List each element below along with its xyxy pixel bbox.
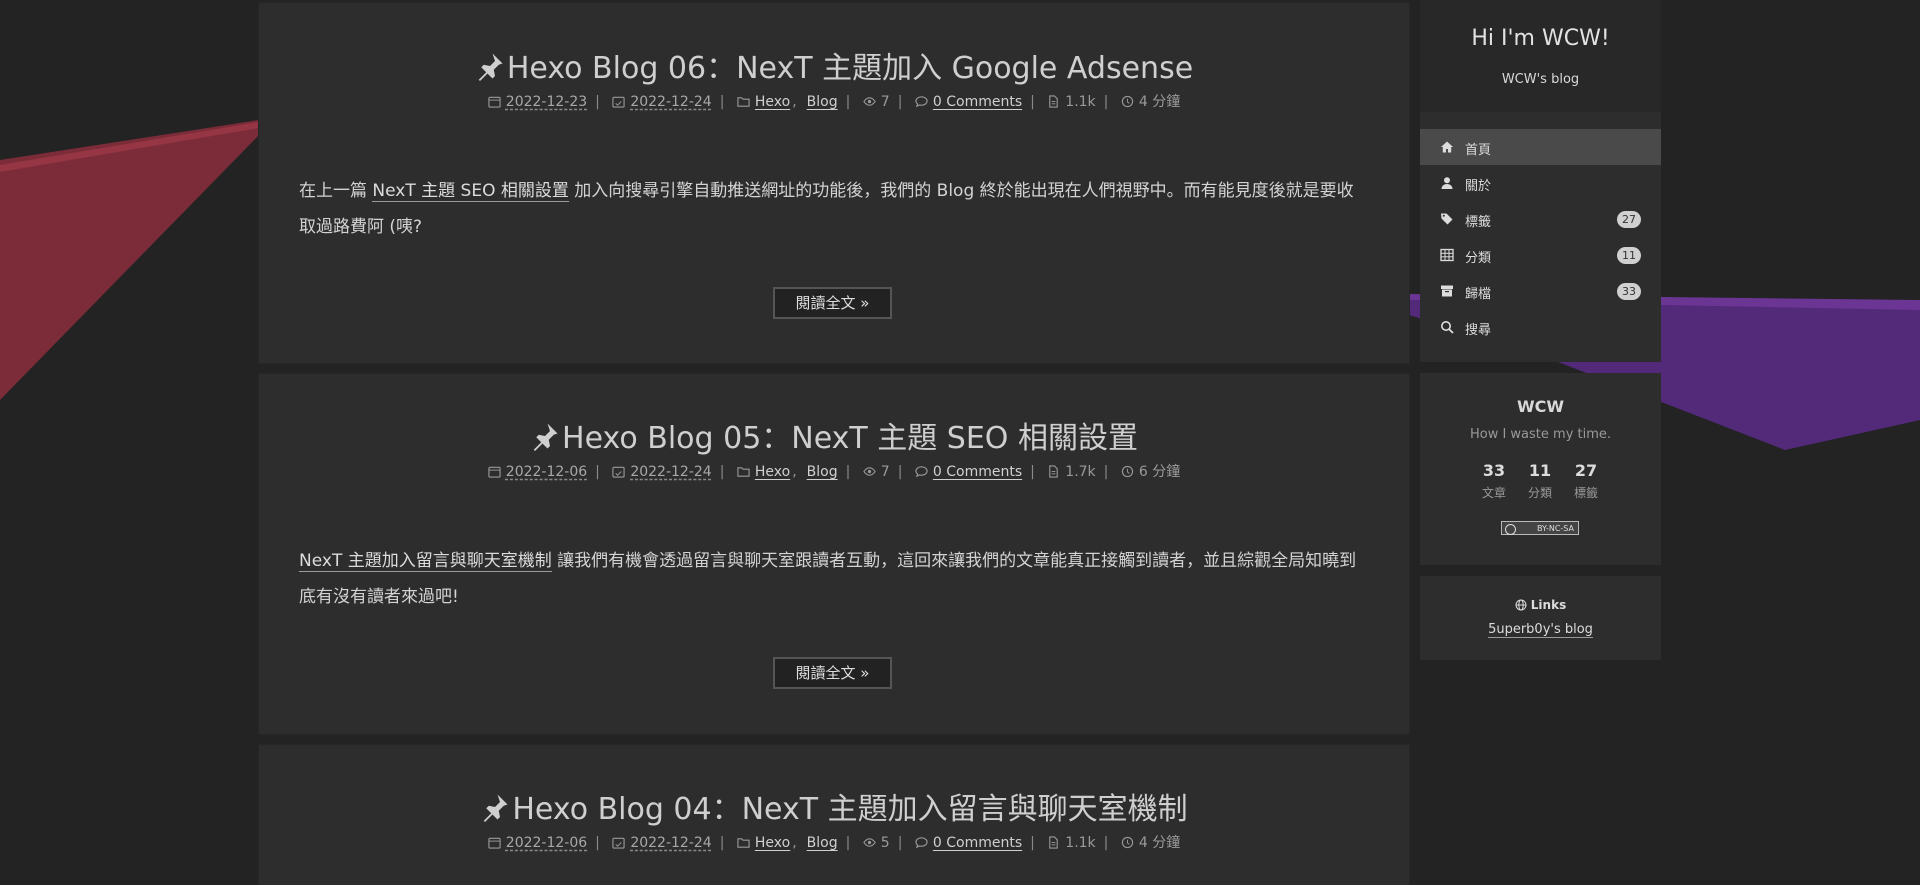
site-brand: Hi I'm WCW! WCW's blog xyxy=(1420,0,1661,112)
pin-icon xyxy=(533,423,558,451)
post-title[interactable]: Hexo Blog 06：NexT 主題加入 Google Adsense xyxy=(259,43,1409,87)
eye-icon xyxy=(863,97,876,106)
category-link[interactable]: Hexo xyxy=(755,94,790,110)
calendar-icon xyxy=(488,837,501,849)
author-description: How I waste my time. xyxy=(1469,427,1612,442)
view-count: 7 xyxy=(880,94,890,110)
home-icon xyxy=(1441,141,1453,153)
category-link[interactable]: Blog xyxy=(807,464,838,480)
post-meta: 2022-12-06 | 2022-12-24 | Hexo, Blog | 7 | 0 … xyxy=(259,461,1409,481)
view-count: 7 xyxy=(880,464,890,480)
post-published-date: 2022-12-23 xyxy=(505,94,588,110)
links-panel: Links 5uperb0y's blog xyxy=(1420,576,1661,660)
file-word-icon xyxy=(1049,465,1059,478)
menu-item-search[interactable]: 搜尋 xyxy=(1420,309,1661,345)
categories-count-badge: 11 xyxy=(1617,247,1641,264)
eye-icon xyxy=(863,838,876,847)
menu-item-about[interactable]: 關於 xyxy=(1420,165,1661,201)
creative-commons-icon xyxy=(1505,524,1516,535)
post-updated-date: 2022-12-24 xyxy=(630,464,712,480)
calendar-icon xyxy=(488,96,501,108)
menu-item-home[interactable]: 首頁 xyxy=(1420,129,1661,165)
post-published-date: 2022-12-06 xyxy=(505,464,588,480)
read-more-button[interactable]: 閱讀全文 » xyxy=(773,657,892,689)
stat-tags[interactable]: 27 標籤 xyxy=(1566,461,1606,501)
word-count: 1.1k xyxy=(1065,835,1096,851)
post-card: Hexo Blog 06：NexT 主題加入 Google Adsense 20… xyxy=(259,3,1409,363)
comment-icon xyxy=(915,837,928,849)
author-panel: WCW How I waste my time. 33 文章 11 分類 27 … xyxy=(1420,373,1661,565)
category-link[interactable]: Hexo xyxy=(755,464,790,480)
author-name: WCW xyxy=(1516,397,1565,416)
comments-link[interactable]: 0 Comments xyxy=(933,94,1022,110)
excerpt-link[interactable]: NexT 主題 SEO 相關設置 xyxy=(372,181,569,202)
globe-icon xyxy=(1515,599,1527,611)
post-title[interactable]: Hexo Blog 05：NexT 主題 SEO 相關設置 xyxy=(259,413,1409,457)
post-card: Hexo Blog 05：NexT 主題 SEO 相關設置 2022-12-06… xyxy=(259,374,1409,734)
tags-count-badge: 27 xyxy=(1617,211,1641,228)
post-published-date: 2022-12-06 xyxy=(505,835,588,851)
post-excerpt: NexT 主題加入留言與聊天室機制 讓我們有機會透過留言與聊天室跟讀者互動，這回… xyxy=(299,551,1357,607)
menu-item-tags[interactable]: 標籤 27 xyxy=(1420,201,1661,237)
post-meta: 2022-12-23 | 2022-12-24 | Hexo, Blog | 7 | 0 … xyxy=(259,91,1409,111)
calendar-check-icon xyxy=(612,837,625,849)
excerpt-link[interactable]: NexT 主題加入留言與聊天室機制 xyxy=(299,551,552,572)
pin-icon xyxy=(478,53,503,81)
site-subtitle: WCW's blog xyxy=(1501,72,1580,87)
post-title[interactable]: Hexo Blog 04：NexT 主題加入留言與聊天室機制 xyxy=(259,784,1409,828)
post-updated-date: 2022-12-24 xyxy=(630,94,712,110)
search-icon xyxy=(1441,321,1454,334)
grid-icon xyxy=(1440,248,1454,262)
pin-icon xyxy=(484,794,508,822)
read-more-button[interactable]: 閱讀全文 » xyxy=(773,287,892,319)
word-count: 1.7k xyxy=(1065,464,1096,480)
folder-icon xyxy=(737,467,750,477)
menu-item-categories[interactable]: 分類 11 xyxy=(1420,237,1661,273)
main-menu: 首頁 關於 標籤 27 分類 11 歸檔 33 搜尋 xyxy=(1420,112,1661,362)
clock-icon xyxy=(1121,836,1134,849)
calendar-check-icon xyxy=(612,96,625,108)
read-time: 4 分鐘 xyxy=(1138,94,1181,110)
read-time: 4 分鐘 xyxy=(1138,835,1181,851)
links-title: Links xyxy=(1420,598,1661,612)
category-link[interactable]: Blog xyxy=(807,94,838,110)
stat-categories[interactable]: 11 分類 xyxy=(1520,461,1560,501)
tags-icon xyxy=(1441,213,1453,225)
eye-icon xyxy=(863,467,876,476)
post-updated-date: 2022-12-24 xyxy=(630,835,712,851)
friend-link[interactable]: 5uperb0y's blog xyxy=(1420,622,1661,638)
file-word-icon xyxy=(1049,836,1059,849)
archives-count-badge: 33 xyxy=(1617,283,1641,300)
user-icon xyxy=(1441,177,1453,189)
file-word-icon xyxy=(1049,95,1059,108)
folder-icon xyxy=(737,97,750,107)
archive-icon xyxy=(1441,285,1453,297)
folder-icon xyxy=(737,838,750,848)
comment-icon xyxy=(915,96,928,108)
clock-icon xyxy=(1121,95,1134,108)
post-excerpt: 在上一篇 NexT 主題 SEO 相關設置 加入向搜尋引擎自動推送網址的功能後，… xyxy=(299,181,1354,237)
comments-link[interactable]: 0 Comments xyxy=(933,835,1022,851)
comments-link[interactable]: 0 Comments xyxy=(933,464,1022,480)
clock-icon xyxy=(1121,465,1134,478)
post-meta: 2022-12-06 | 2022-12-24 | Hexo, Blog | 5 | 0 … xyxy=(259,832,1409,852)
read-time: 6 分鐘 xyxy=(1138,464,1181,480)
site-title[interactable]: Hi I'm WCW! xyxy=(1420,26,1661,51)
calendar-icon xyxy=(488,466,501,478)
category-link[interactable]: Hexo xyxy=(755,835,790,851)
view-count: 5 xyxy=(880,835,890,851)
post-card: Hexo Blog 04：NexT 主題加入留言與聊天室機制 2022-12-0… xyxy=(259,745,1409,885)
word-count: 1.1k xyxy=(1065,94,1096,110)
stat-posts[interactable]: 33 文章 xyxy=(1474,461,1514,501)
comment-icon xyxy=(915,466,928,478)
calendar-check-icon xyxy=(612,466,625,478)
license-badge[interactable]: BY-NC-SA xyxy=(1501,521,1579,535)
menu-item-archives[interactable]: 歸檔 33 xyxy=(1420,273,1661,309)
category-link[interactable]: Blog xyxy=(807,835,838,851)
